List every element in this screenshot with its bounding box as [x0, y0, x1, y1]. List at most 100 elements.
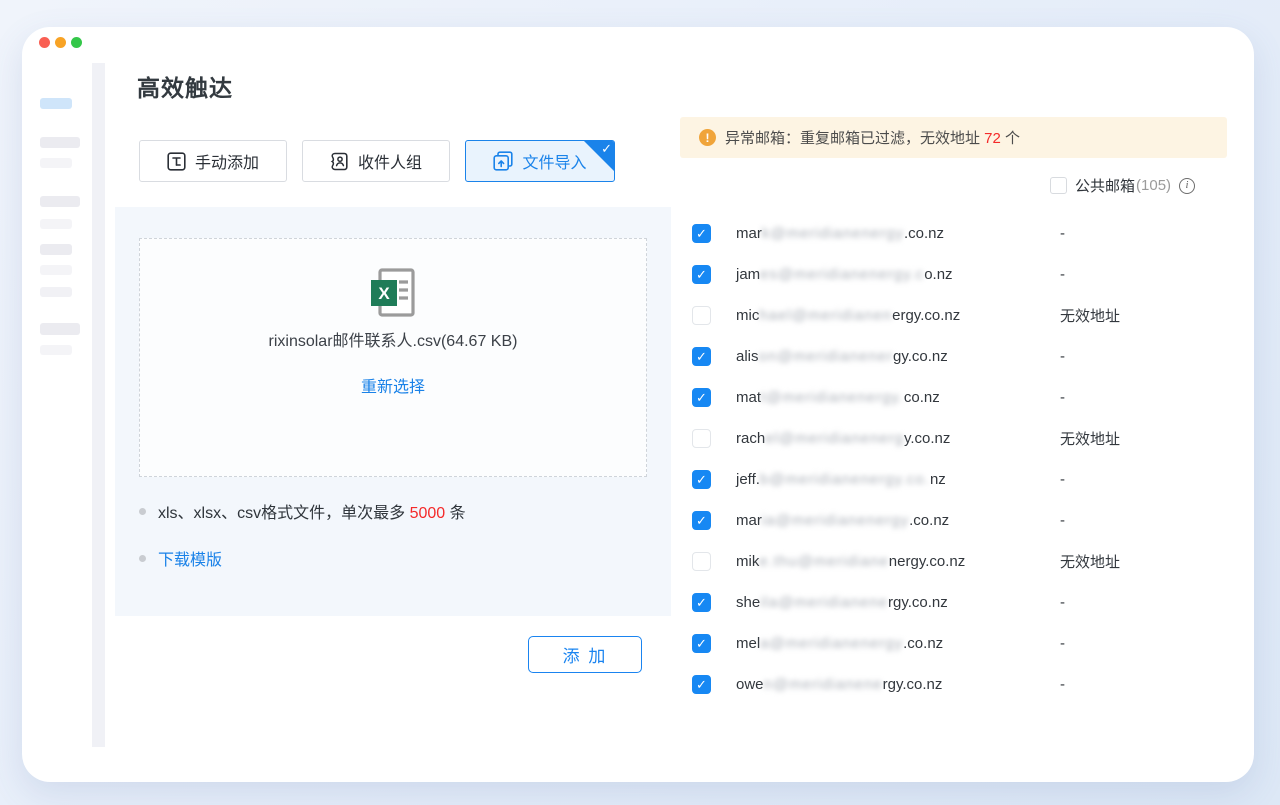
email-list-row: ✓ mark@meridianenergy.co.nz -	[692, 213, 1242, 254]
svg-text:X: X	[378, 284, 390, 303]
public-mailbox-row: 公共邮箱 (105) i	[1050, 175, 1195, 196]
email-address: mark@meridianenergy.co.nz	[736, 225, 944, 242]
tab-manual-add[interactable]: 手动添加	[139, 140, 287, 182]
masked-email-segment: n@meridianene	[764, 676, 883, 693]
masked-email-segment: b@meridianenergy.co.	[760, 471, 930, 488]
check-icon: ✓	[696, 268, 707, 281]
email-address: james@meridianenergy.co.nz	[736, 266, 953, 283]
upload-dropzone[interactable]: X rixinsolar邮件联系人.csv(64.67 KB) 重新选择	[139, 238, 647, 477]
download-template-link[interactable]: 下载模版	[158, 546, 222, 570]
email-address: alison@meridianenergy.co.nz	[736, 348, 948, 365]
row-checkbox[interactable]: ✓	[692, 593, 711, 612]
email-list-row: ✓ jeff.b@meridianenergy.co.nz -	[692, 459, 1242, 500]
bullet-icon	[139, 555, 146, 562]
masked-email-segment: t@meridianenergy.	[761, 389, 904, 406]
masked-email-segment: ia@meridianenergy	[762, 512, 909, 529]
file-import-panel: X rixinsolar邮件联系人.csv(64.67 KB) 重新选择 xls…	[115, 207, 671, 616]
excel-file-icon: X	[368, 267, 418, 319]
page-title: 高效触达	[137, 69, 233, 103]
row-status: -	[1060, 635, 1065, 652]
row-checkbox[interactable]: ✓	[692, 552, 711, 571]
row-status: -	[1060, 389, 1065, 406]
window-controls	[39, 37, 82, 48]
masked-email-segment: k@meridianenergy	[762, 225, 904, 242]
info-icon[interactable]: i	[1179, 178, 1195, 194]
row-checkbox[interactable]: ✓	[692, 347, 711, 366]
upload-notes: xls、xlsx、csv格式文件，单次最多 5000 条 下载模版	[139, 499, 466, 593]
sidebar-skeleton-bar	[40, 265, 72, 275]
email-address: maria@meridianenergy.co.nz	[736, 512, 949, 529]
corner-check-icon: ✓	[601, 141, 612, 157]
email-address: michael@meridianenergy.co.nz	[736, 307, 960, 324]
email-address: sheila@meridianenergy.co.nz	[736, 594, 948, 611]
row-status: -	[1060, 225, 1065, 242]
sidebar-divider	[92, 63, 105, 747]
row-status: -	[1060, 594, 1065, 611]
sidebar-skeleton-bar	[40, 137, 80, 148]
email-address: matt@meridianenergy.co.nz	[736, 389, 940, 406]
tab-label: 手动添加	[195, 149, 259, 173]
masked-email-segment: hael@meridianen	[759, 307, 892, 324]
row-status: 无效地址	[1060, 305, 1120, 326]
exclamation-icon: !	[699, 129, 716, 146]
email-list-row: ✓ owen@meridianenergy.co.nz -	[692, 664, 1242, 705]
tab-bar: 手动添加 收件人组 文件导入 ✓	[139, 140, 615, 182]
email-list-row: ✓ mela@meridianenergy.co.nz -	[692, 623, 1242, 664]
check-icon: ✓	[696, 350, 707, 363]
masked-email-segment: on@meridianener	[759, 348, 893, 365]
check-icon: ✓	[696, 596, 707, 609]
row-checkbox[interactable]: ✓	[692, 634, 711, 653]
email-address: owen@meridianenergy.co.nz	[736, 676, 942, 693]
row-checkbox[interactable]: ✓	[692, 306, 711, 325]
public-mailbox-count: (105)	[1136, 177, 1171, 194]
manual-add-icon	[167, 152, 186, 171]
alert-banner: ! 异常邮箱：重复邮箱已过滤，无效地址 72 个	[680, 117, 1227, 158]
email-list: ✓ mark@meridianenergy.co.nz - ✓ james@me…	[692, 213, 1242, 705]
close-window-icon[interactable]	[39, 37, 50, 48]
email-address: jeff.b@meridianenergy.co.nz	[736, 471, 946, 488]
sidebar-skeleton-bar	[40, 323, 80, 335]
row-status: -	[1060, 512, 1065, 529]
tab-file-import[interactable]: 文件导入 ✓	[465, 140, 615, 182]
masked-email-segment: es@meridianenergy.c	[760, 266, 924, 283]
email-list-row: ✓ rachel@meridianenergy.co.nz 无效地址	[692, 418, 1242, 459]
invalid-count: 72	[984, 130, 1001, 147]
tab-label: 收件人组	[358, 149, 422, 173]
masked-email-segment: e.thu@meridiane	[759, 553, 888, 570]
add-button[interactable]: 添 加	[528, 636, 642, 673]
sidebar-skeleton-bar	[40, 287, 72, 297]
active-tab-corner: ✓	[584, 141, 614, 171]
uploaded-filename: rixinsolar邮件联系人.csv(64.67 KB)	[140, 327, 646, 351]
row-checkbox[interactable]: ✓	[692, 224, 711, 243]
public-mailbox-checkbox[interactable]	[1050, 177, 1067, 194]
sidebar-skeleton-bar	[40, 196, 80, 207]
reselect-link[interactable]: 重新选择	[361, 373, 425, 397]
email-list-row: ✓ sheila@meridianenergy.co.nz -	[692, 582, 1242, 623]
maximize-window-icon[interactable]	[71, 37, 82, 48]
row-checkbox[interactable]: ✓	[692, 265, 711, 284]
check-icon: ✓	[696, 227, 707, 240]
email-address: mike.thu@meridianenergy.co.nz	[736, 553, 965, 570]
tab-label: 文件导入	[522, 149, 586, 173]
masked-email-segment: ila@meridianene	[760, 594, 888, 611]
row-status: -	[1060, 676, 1065, 693]
sidebar-skeleton-bar	[40, 158, 72, 168]
format-note: xls、xlsx、csv格式文件，单次最多 5000 条	[139, 499, 466, 523]
email-list-row: ✓ matt@meridianenergy.co.nz -	[692, 377, 1242, 418]
row-checkbox[interactable]: ✓	[692, 470, 711, 489]
sidebar-skeleton-bar	[40, 219, 72, 229]
email-list-row: ✓ james@meridianenergy.co.nz -	[692, 254, 1242, 295]
row-status: 无效地址	[1060, 428, 1120, 449]
masked-email-segment: el@meridianenerg	[765, 430, 904, 447]
tab-recipient-group[interactable]: 收件人组	[302, 140, 450, 182]
sidebar-skeleton-bar	[40, 345, 72, 355]
row-checkbox[interactable]: ✓	[692, 511, 711, 530]
row-status: -	[1060, 348, 1065, 365]
row-checkbox[interactable]: ✓	[692, 429, 711, 448]
row-status: -	[1060, 471, 1065, 488]
row-checkbox[interactable]: ✓	[692, 388, 711, 407]
email-list-row: ✓ mike.thu@meridianenergy.co.nz 无效地址	[692, 541, 1242, 582]
minimize-window-icon[interactable]	[55, 37, 66, 48]
email-list-row: ✓ maria@meridianenergy.co.nz -	[692, 500, 1242, 541]
row-checkbox[interactable]: ✓	[692, 675, 711, 694]
